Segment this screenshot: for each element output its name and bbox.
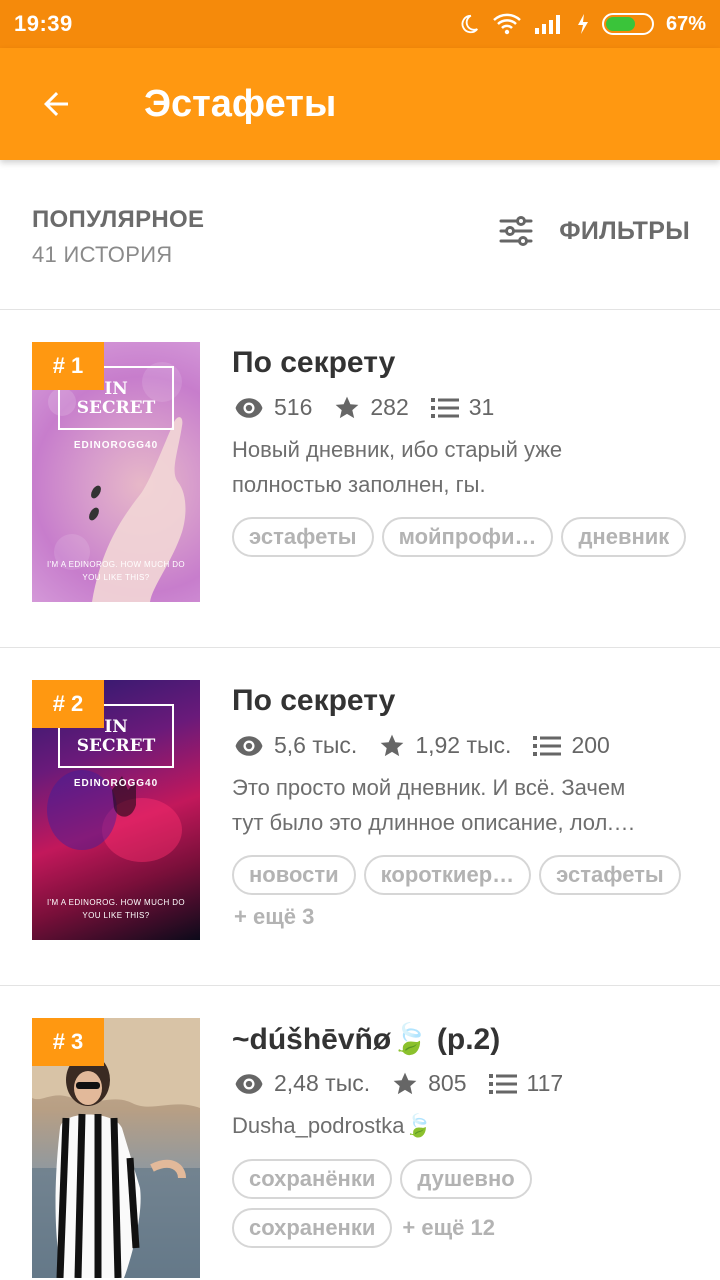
status-bar: 19:39 67% [0,0,720,48]
status-icons: 67% [458,13,706,36]
story-description: Новый дневник, ибо старый уже полностью … [232,432,692,502]
parts-count: 200 [571,732,610,758]
story-title[interactable]: По секрету [232,346,395,380]
sliders-icon [499,216,533,246]
tag-chip[interactable]: короткиер… [363,855,532,895]
tag-label: сохраненки [249,1215,376,1240]
views-stat: 2,48 тыс. [234,1070,370,1097]
votes-stat: 805 [392,1070,467,1097]
tag-list: сохранёнки душевно сохраненки + ещё 12 [232,1159,692,1248]
filters-label: ФИЛЬТРЫ [559,216,690,245]
story-stats: 2,48 тыс. 805 117 [234,1070,585,1097]
rank-badge: # 3 [32,1018,104,1066]
tag-label: новости [249,862,339,887]
story-card[interactable]: # 1 IN SECRET EDINOROGG40 I'M A EDINOROG… [0,310,720,648]
views-count: 5,6 тыс. [274,732,358,758]
battery-icon [601,13,654,35]
filters-button[interactable]: ФИЛЬТРЫ [499,216,690,246]
app-bar: Эстафеты [0,48,720,160]
parts-count: 31 [468,394,495,420]
story-cover[interactable]: # 3 [32,1018,200,1278]
story-description: Это просто мой дневник. И всё. Зачем тут… [232,770,692,840]
parts-count: 117 [526,1070,564,1096]
story-title[interactable]: ~dúšhēvñø🍃 (p.2) [232,1022,500,1057]
views-stat: 5,6 тыс. [234,732,357,759]
tag-chip[interactable]: эстафеты [539,855,681,895]
votes-stat: 282 [334,394,409,421]
description-line: Это просто мой дневник. И всё. Зачем [232,775,626,800]
cover-author: EDINOROGG40 [73,778,159,789]
tag-label: дневник [578,524,670,549]
tag-chip[interactable]: дневник [561,517,687,557]
views-stat: 516 [234,394,312,421]
cover-title-line: SECRET [76,398,156,418]
tag-chip[interactable]: мойпрофи… [381,517,554,557]
cover-author: EDINOROGG40 [73,440,159,451]
votes-count: 1,92 тыс. [415,732,512,758]
list-icon [533,735,562,756]
more-tags-link[interactable]: + ещё 3 [234,904,314,930]
eye-icon [235,735,263,756]
status-time: 19:39 [14,11,73,36]
tag-list: эстафеты мойпрофи… дневник [232,517,692,557]
story-card[interactable]: # 3 ~dúšhēvñø🍃 (p.2) 2,48 тыс. 805 117 D… [0,986,720,1280]
story-description: Dusha_podrostka🍃 [232,1108,692,1143]
charging-icon [576,13,590,35]
page-title: Эстафеты [144,82,337,125]
cover-tagline: I'M A EDINOROG. HOW MUCH DO YOU LIKE THI… [46,560,186,582]
star-icon [336,396,359,418]
tag-chip[interactable]: эстафеты [232,517,374,557]
tag-label: мойпрофи… [398,524,537,549]
parts-stat: 31 [430,394,495,421]
sort-header: ПОПУЛЯРНОЕ 41 ИСТОРИЯ ФИЛЬТРЫ [0,160,720,310]
eye-icon [235,1073,263,1094]
description-line: Dusha_podrostka🍃 [232,1113,432,1138]
story-title[interactable]: По секрету [232,684,395,718]
description-line: тут было это длинное описание, лол.… [232,810,636,835]
rank-badge: # 2 [32,680,104,728]
story-cover[interactable]: # 1 IN SECRET EDINOROGG40 I'M A EDINOROG… [32,342,200,602]
eye-icon [235,397,263,418]
tag-chip[interactable]: сохранёнки [232,1159,393,1199]
parts-stat: 117 [488,1070,564,1097]
votes-count: 805 [428,1070,467,1096]
more-tags-link[interactable]: + ещё 12 [402,1215,495,1241]
arrow-back-icon [44,92,68,116]
star-icon [380,734,404,756]
star-icon [393,1072,417,1094]
battery-level [605,17,636,31]
story-count: 41 ИСТОРИЯ [32,242,173,267]
tag-list: новости короткиер… эстафеты + ещё 3 [232,855,692,930]
signal-icon [534,13,564,35]
views-count: 516 [274,394,313,420]
tag-label: эстафеты [556,862,664,887]
parts-stat: 200 [533,732,610,759]
tag-chip[interactable]: новости [232,855,356,895]
rank-badge: # 1 [32,342,104,390]
tag-label: душевно [417,1166,515,1191]
story-card[interactable]: # 2 IN SECRET EDINOROGG40 I'M A EDINOROG… [0,648,720,986]
cover-tagline: I'M A EDINOROG. HOW MUCH DO YOU LIKE THI… [46,898,186,920]
cover-title-line: SECRET [76,736,156,756]
moon-icon [458,13,480,35]
list-icon [488,1073,517,1094]
tag-label: короткиер… [380,862,515,887]
back-button[interactable] [24,72,88,136]
story-stats: 516 282 31 [234,394,516,421]
tag-chip[interactable]: душевно [400,1159,532,1199]
battery-percent: 67% [665,12,706,35]
list-icon [430,397,459,418]
tag-chip[interactable]: сохраненки [232,1208,393,1248]
tag-label: сохранёнки [249,1166,376,1191]
wifi-icon [492,13,522,35]
votes-stat: 1,92 тыс. [379,732,511,759]
story-stats: 5,6 тыс. 1,92 тыс. 200 [234,732,632,759]
story-cover[interactable]: # 2 IN SECRET EDINOROGG40 I'M A EDINOROG… [32,680,200,940]
description-line: полностью заполнен, гы. [232,472,486,497]
sort-title: ПОПУЛЯРНОЕ [32,206,205,233]
description-line: Новый дневник, ибо старый уже [232,437,563,462]
votes-count: 282 [370,394,409,420]
views-count: 2,48 тыс. [274,1070,371,1096]
tag-label: эстафеты [249,524,357,549]
